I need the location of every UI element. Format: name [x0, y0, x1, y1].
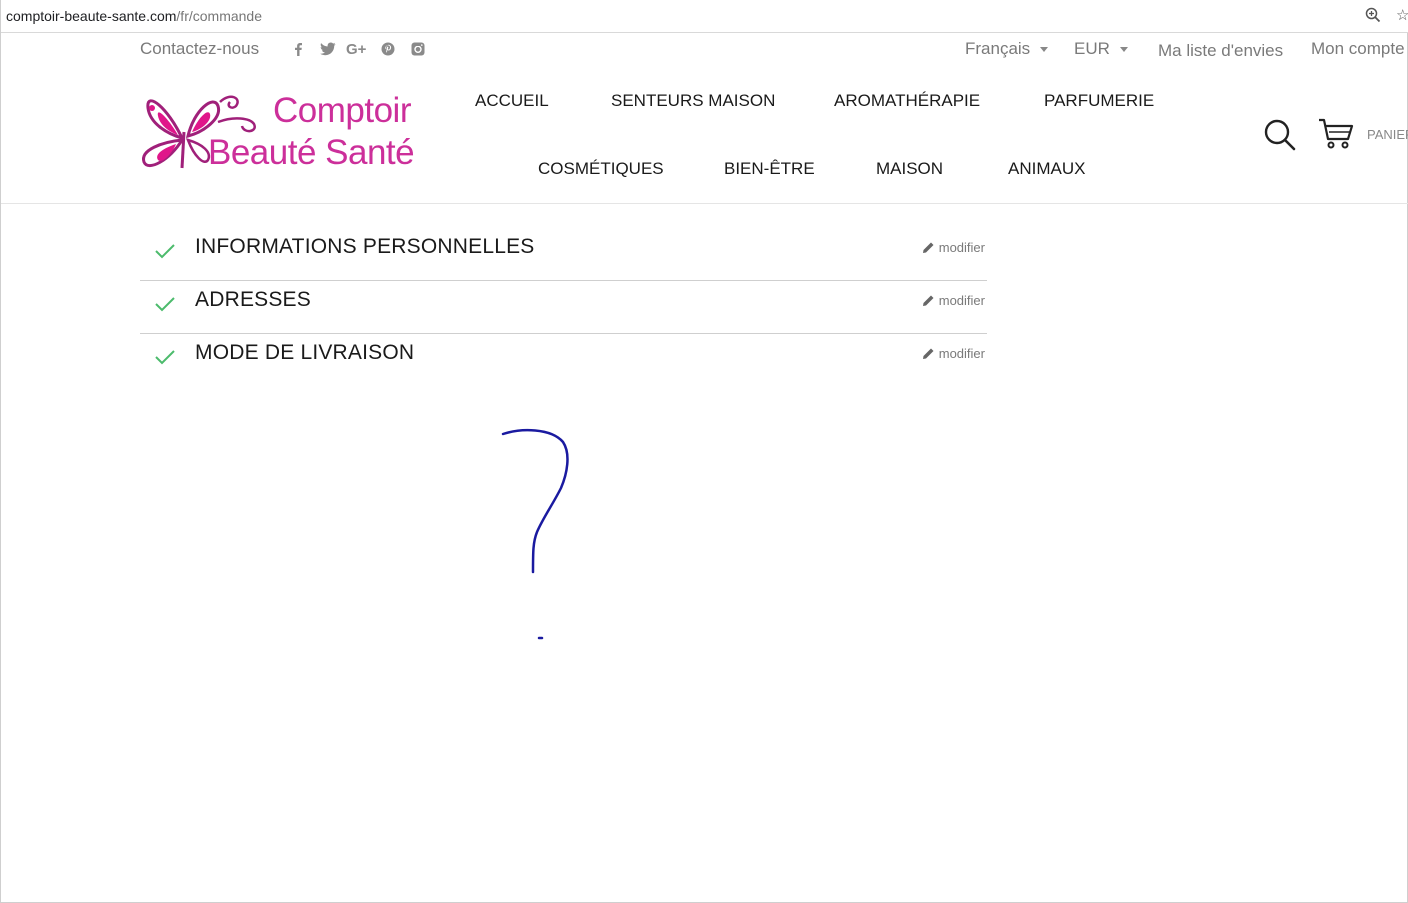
chevron-down-icon — [1119, 47, 1128, 53]
account-link[interactable]: Mon compte — [1311, 39, 1405, 59]
header-divider — [1, 203, 1408, 204]
checkout-step-shipping-method[interactable]: MODE DE LIVRAISON modifier — [140, 333, 987, 386]
pinterest-icon[interactable] — [381, 42, 395, 61]
step-title: INFORMATIONS PERSONNELLES — [195, 235, 535, 258]
site-logo[interactable]: Comptoir Beauté Santé — [138, 88, 418, 178]
pencil-icon — [922, 294, 935, 310]
address-bar[interactable]: comptoir-beaute-sante.com/fr/commande ☆ — [1, 0, 1408, 33]
cart-icon[interactable] — [1317, 117, 1355, 156]
nav-item-senteurs-maison[interactable]: SENTEURS MAISON — [611, 91, 775, 111]
star-icon[interactable]: ☆ — [1396, 6, 1408, 24]
currency-label: EUR — [1074, 39, 1110, 58]
nav-item-accueil[interactable]: ACCUEIL — [475, 91, 549, 111]
step-title: ADRESSES — [195, 288, 311, 311]
contact-link[interactable]: Contactez-nous — [140, 39, 259, 59]
nav-item-parfumerie[interactable]: PARFUMERIE — [1044, 91, 1154, 111]
logo-text-line2: Beauté Santé — [208, 133, 415, 172]
language-selector[interactable]: Français — [965, 39, 1049, 59]
step-title: MODE DE LIVRAISON — [195, 341, 415, 364]
edit-link[interactable]: modifier — [922, 293, 985, 310]
zoom-icon[interactable] — [1365, 7, 1381, 28]
edit-link[interactable]: modifier — [922, 240, 985, 257]
instagram-icon[interactable] — [411, 42, 425, 61]
chevron-down-icon — [1040, 47, 1049, 53]
checkout-step-personal-info[interactable]: INFORMATIONS PERSONNELLES modifier — [140, 227, 987, 281]
top-utility-bar: Contactez-nous G+ Français EUR Ma liste … — [1, 33, 1408, 69]
pencil-icon — [922, 347, 935, 363]
facebook-icon[interactable] — [293, 42, 303, 61]
question-mark-scribble — [491, 420, 581, 655]
check-icon — [154, 349, 176, 370]
nav-item-bien-etre[interactable]: BIEN-ÊTRE — [724, 159, 815, 179]
nav-item-animaux[interactable]: ANIMAUX — [1008, 159, 1085, 179]
nav-item-cosmetiques[interactable]: COSMÉTIQUES — [538, 159, 664, 179]
pencil-icon — [922, 241, 935, 257]
currency-selector[interactable]: EUR — [1074, 39, 1128, 59]
check-icon — [154, 243, 176, 264]
nav-item-aromatherapie[interactable]: AROMATHÉRAPIE — [834, 91, 980, 111]
edit-link[interactable]: modifier — [922, 346, 985, 363]
wishlist-link[interactable]: Ma liste d'envies — [1158, 41, 1283, 61]
language-label: Français — [965, 39, 1031, 58]
url-text[interactable]: comptoir-beaute-sante.com/fr/commande — [6, 8, 262, 24]
google-plus-icon[interactable]: G+ — [346, 41, 370, 61]
svg-text:G+: G+ — [346, 42, 367, 56]
search-icon[interactable] — [1263, 118, 1297, 157]
logo-text-line1: Comptoir — [273, 91, 411, 130]
check-icon — [154, 296, 176, 317]
checkout-step-addresses[interactable]: ADRESSES modifier — [140, 280, 987, 334]
cart-label[interactable]: PANIER — [1367, 127, 1408, 142]
nav-item-maison[interactable]: MAISON — [876, 159, 943, 179]
twitter-icon[interactable] — [320, 42, 336, 61]
